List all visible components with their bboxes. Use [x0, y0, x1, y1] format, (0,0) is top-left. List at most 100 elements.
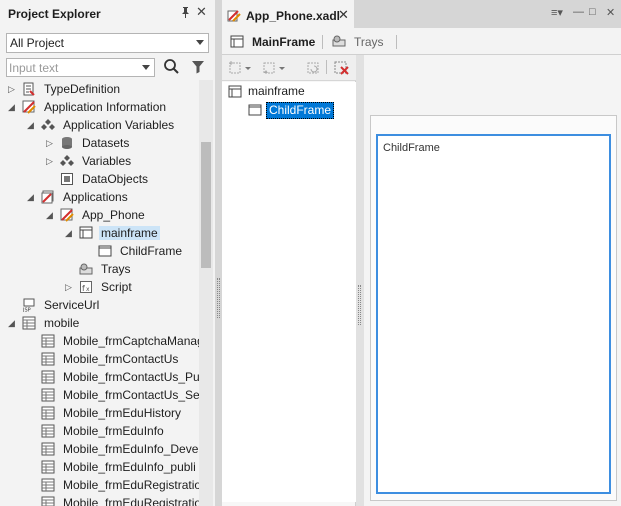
panel-splitter[interactable]	[215, 0, 222, 506]
tree-item[interactable]: Mobile_frmEduInfo	[0, 422, 199, 440]
tree-item[interactable]: JSP ServiceUrl	[0, 296, 199, 314]
restore-icon[interactable]: □	[589, 6, 596, 18]
tree-item[interactable]: ◢ mobile	[0, 314, 199, 332]
tree-item-label: Applications	[63, 190, 128, 204]
search-button[interactable]	[162, 57, 182, 77]
applications-icon	[41, 190, 55, 204]
tree-item[interactable]: ▷ f x Script	[0, 278, 199, 296]
tree-item-label: Mobile_frmContactUs	[63, 352, 179, 366]
close-panel-icon[interactable]: ✕	[196, 4, 207, 20]
chevron-down-icon	[196, 40, 204, 45]
variables-icon	[60, 154, 74, 168]
expand-arrow-icon[interactable]: ▷	[65, 278, 75, 296]
tree-item[interactable]: Trays	[0, 260, 199, 278]
tab-list-icon[interactable]: ≡▾	[551, 6, 563, 19]
tree-item[interactable]: ◢ Application Variables	[0, 116, 199, 134]
tree-item[interactable]: Mobile_frmCaptchaManage	[0, 332, 199, 350]
tree-item[interactable]: ▷ TypeDefinition	[0, 80, 199, 98]
search-box	[6, 58, 155, 77]
splitter-grip[interactable]	[358, 285, 361, 325]
tree-item[interactable]: ◢ Applications	[0, 188, 199, 206]
tree-item[interactable]: ChildFrame	[0, 242, 199, 260]
form-icon	[41, 478, 55, 492]
childframe-preview[interactable]: ChildFrame	[376, 134, 611, 494]
tree-item[interactable]: ▷ Datasets	[0, 134, 199, 152]
scrollbar-thumb[interactable]	[201, 142, 211, 268]
tree-item[interactable]: Mobile_frmEduRegistratio	[0, 476, 199, 494]
minimize-icon[interactable]: —	[573, 6, 584, 18]
tree-item[interactable]: Mobile_frmEduRegistratio	[0, 494, 199, 506]
expand-arrow-icon[interactable]: ▷	[46, 134, 56, 152]
structure-splitter[interactable]	[356, 55, 364, 506]
mainframe-preview[interactable]: ChildFrame	[370, 115, 617, 501]
tree-item[interactable]: ▷ Variables	[0, 152, 199, 170]
tree-item-label: Script	[101, 280, 132, 294]
tree-item[interactable]: Mobile_frmContactUs_Sea	[0, 386, 199, 404]
type-definition-icon	[22, 82, 36, 96]
tree-item-label: Mobile_frmEduRegistratio	[63, 496, 199, 506]
tree-item-label: Mobile_frmEduInfo_Devel	[63, 442, 199, 456]
scope-dropdown[interactable]: All Project	[6, 33, 209, 53]
subtab-mainframe-label: MainFrame	[252, 35, 316, 49]
tree-item[interactable]: Mobile_frmContactUs	[0, 350, 199, 368]
tree-item-label: App_Phone	[82, 208, 145, 222]
tree-item[interactable]: Mobile_frmContactUs_Pub	[0, 368, 199, 386]
tree-item[interactable]: Mobile_frmEduHistory	[0, 404, 199, 422]
scope-dropdown-value: All Project	[10, 36, 65, 50]
tree-item-label: Mobile_frmContactUs_Sea	[63, 388, 199, 402]
delete-frame-icon[interactable]	[334, 60, 350, 76]
design-canvas[interactable]: ChildFrame	[364, 55, 621, 506]
search-input[interactable]	[9, 60, 137, 75]
tree-item[interactable]: ◢ App_Phone	[0, 206, 199, 224]
expand-arrow-icon[interactable]: ▷	[46, 152, 56, 170]
collapse-arrow-icon[interactable]: ◢	[46, 206, 56, 224]
tree-item[interactable]: ◢ Application Information	[0, 98, 199, 116]
filter-button[interactable]	[189, 57, 207, 77]
form-group-icon	[22, 316, 36, 330]
expand-arrow-icon[interactable]: ▷	[8, 80, 18, 98]
document-window-tools: ≡▾ — □ ✕	[551, 6, 621, 22]
collapse-arrow-icon[interactable]: ◢	[27, 188, 37, 206]
tree-item[interactable]: Mobile_frmEduInfo_Devel	[0, 440, 199, 458]
tree-item[interactable]: DataObjects	[0, 170, 199, 188]
filter-icon	[192, 61, 204, 74]
tree-item[interactable]: Mobile_frmEduInfo_publi	[0, 458, 199, 476]
svg-text:x: x	[86, 286, 90, 293]
project-tree-scrollbar[interactable]	[199, 80, 213, 506]
document-tab[interactable]: App_Phone.xadl ✕	[222, 0, 354, 28]
close-window-icon[interactable]: ✕	[606, 6, 615, 19]
tree-item[interactable]: ◢ mainframe	[0, 224, 199, 242]
chevron-down-icon[interactable]	[278, 60, 286, 76]
insert-frame-icon[interactable]	[262, 60, 278, 76]
splitter-grip[interactable]	[217, 278, 220, 318]
project-tree: ▷ TypeDefinition ◢ Application Information ◢…	[0, 80, 199, 506]
pin-icon[interactable]	[180, 6, 191, 21]
chevron-down-icon[interactable]	[244, 60, 252, 76]
collapse-arrow-icon[interactable]: ◢	[8, 98, 18, 116]
tree-item-label: Datasets	[82, 136, 130, 150]
collapse-arrow-icon[interactable]: ◢	[8, 314, 18, 332]
add-frame-icon[interactable]	[228, 60, 244, 76]
tree-item-label: mainframe	[99, 226, 160, 240]
form-icon	[41, 370, 55, 384]
subtab-mainframe[interactable]: MainFrame	[230, 33, 320, 51]
document-tab-label: App_Phone.xadl	[246, 9, 341, 23]
subtab-divider	[322, 35, 323, 49]
subtab-divider	[396, 35, 397, 49]
collapse-arrow-icon[interactable]: ◢	[27, 116, 37, 134]
subtab-trays[interactable]: Trays	[332, 33, 392, 51]
close-tab-icon[interactable]: ✕	[338, 7, 349, 23]
search-history-dropdown-icon[interactable]	[142, 65, 150, 70]
collapse-arrow-icon[interactable]: ◢	[65, 224, 75, 242]
tree-item-label: Mobile_frmEduInfo_publi	[63, 460, 196, 474]
form-icon	[41, 352, 55, 366]
tree-item-label: Mobile_frmEduHistory	[63, 406, 182, 420]
childframe-icon	[98, 244, 112, 258]
refresh-frame-icon[interactable]	[306, 60, 322, 76]
